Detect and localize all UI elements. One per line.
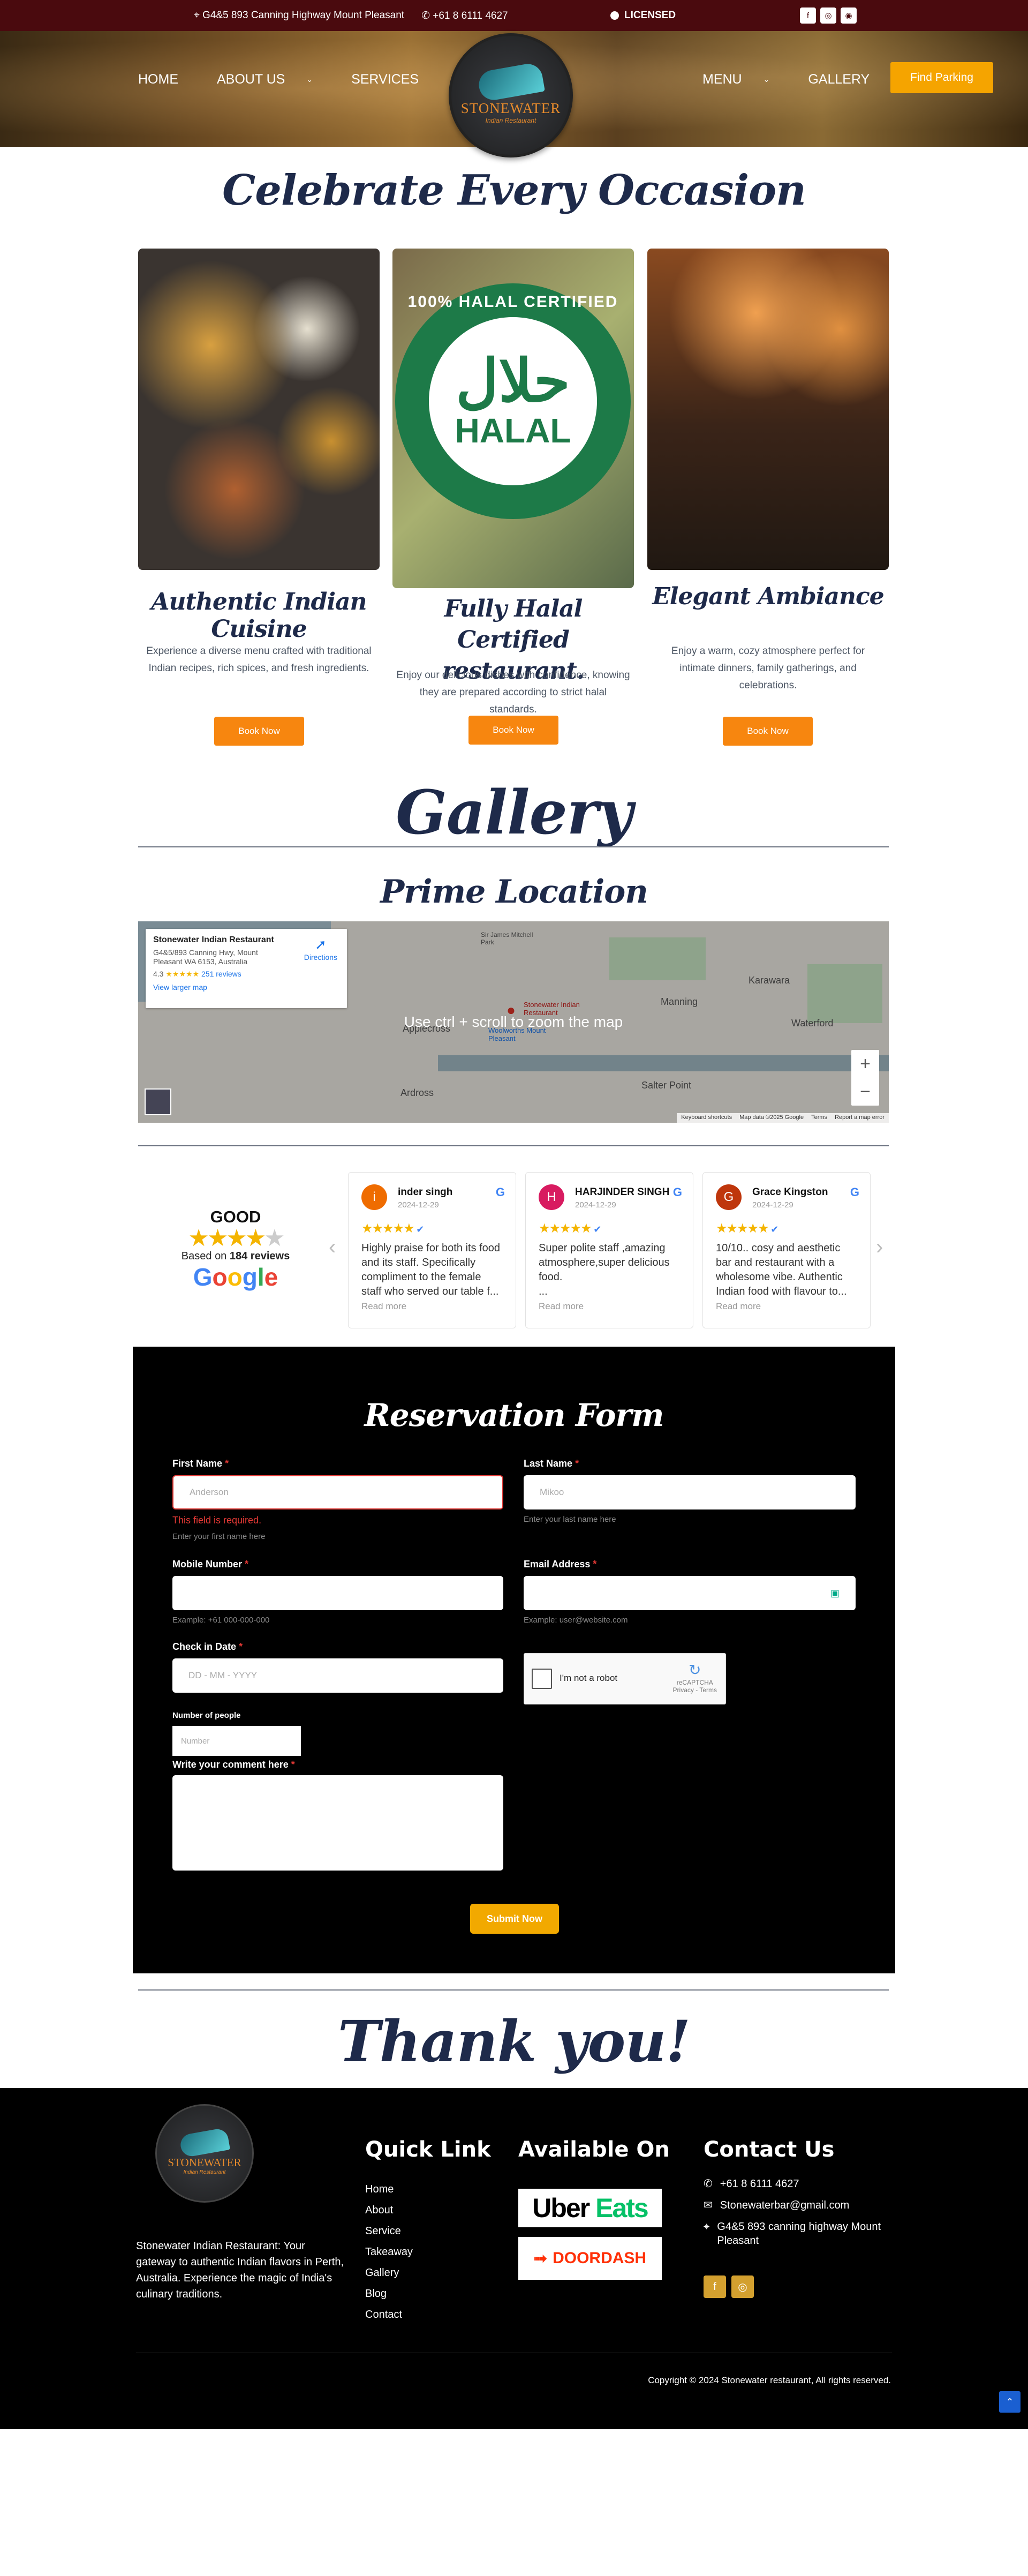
nav-menu-label: MENU <box>702 72 742 87</box>
chevron-down-icon: ⌄ <box>763 75 770 84</box>
logo-name: STONEWATER <box>460 100 561 116</box>
nav-about-label: ABOUT US <box>217 72 285 87</box>
licensed-text: LICENSED <box>624 10 676 21</box>
location-pin-icon: ⌖ <box>194 10 200 21</box>
page-spacer <box>0 147 1028 2576</box>
nav-about[interactable]: ABOUT US ⌄ <box>217 72 313 87</box>
circle-icon <box>610 11 619 20</box>
site-logo[interactable]: STONEWATER Indian Restaurant <box>449 33 573 157</box>
nav-gallery[interactable]: GALLERY <box>808 72 870 87</box>
nav-services[interactable]: SERVICES <box>351 72 419 87</box>
phone-text: +61 8 6111 4627 <box>433 10 508 21</box>
address-text: G4&5 893 Canning Highway Mount Pleasant <box>202 10 405 21</box>
tripadvisor-icon[interactable]: ◉ <box>841 7 857 24</box>
phone-info[interactable]: ✆ +61 8 6111 4627 <box>421 10 508 22</box>
find-parking-button[interactable]: Find Parking <box>890 62 993 93</box>
facebook-icon[interactable]: f <box>800 7 816 24</box>
chevron-down-icon: ⌄ <box>306 75 313 84</box>
main-nav-left: HOME ABOUT US ⌄ SERVICES <box>138 72 419 87</box>
nav-menu[interactable]: MENU ⌄ <box>702 72 769 87</box>
logo-subtitle: Indian Restaurant <box>485 116 536 124</box>
site-header: HOME ABOUT US ⌄ SERVICES STONEWATER India… <box>0 31 1028 157</box>
nav-home[interactable]: HOME <box>138 72 178 87</box>
logo-wave-icon <box>477 61 545 102</box>
phone-icon: ✆ <box>421 10 430 21</box>
top-bar: ⌖ G4&5 893 Canning Highway Mount Pleasan… <box>0 0 1028 31</box>
instagram-icon[interactable]: ◎ <box>820 7 836 24</box>
main-nav-right: MENU ⌄ GALLERY <box>702 72 870 87</box>
licensed-badge: LICENSED <box>610 10 676 21</box>
address-info: ⌖ G4&5 893 Canning Highway Mount Pleasan… <box>194 10 404 21</box>
